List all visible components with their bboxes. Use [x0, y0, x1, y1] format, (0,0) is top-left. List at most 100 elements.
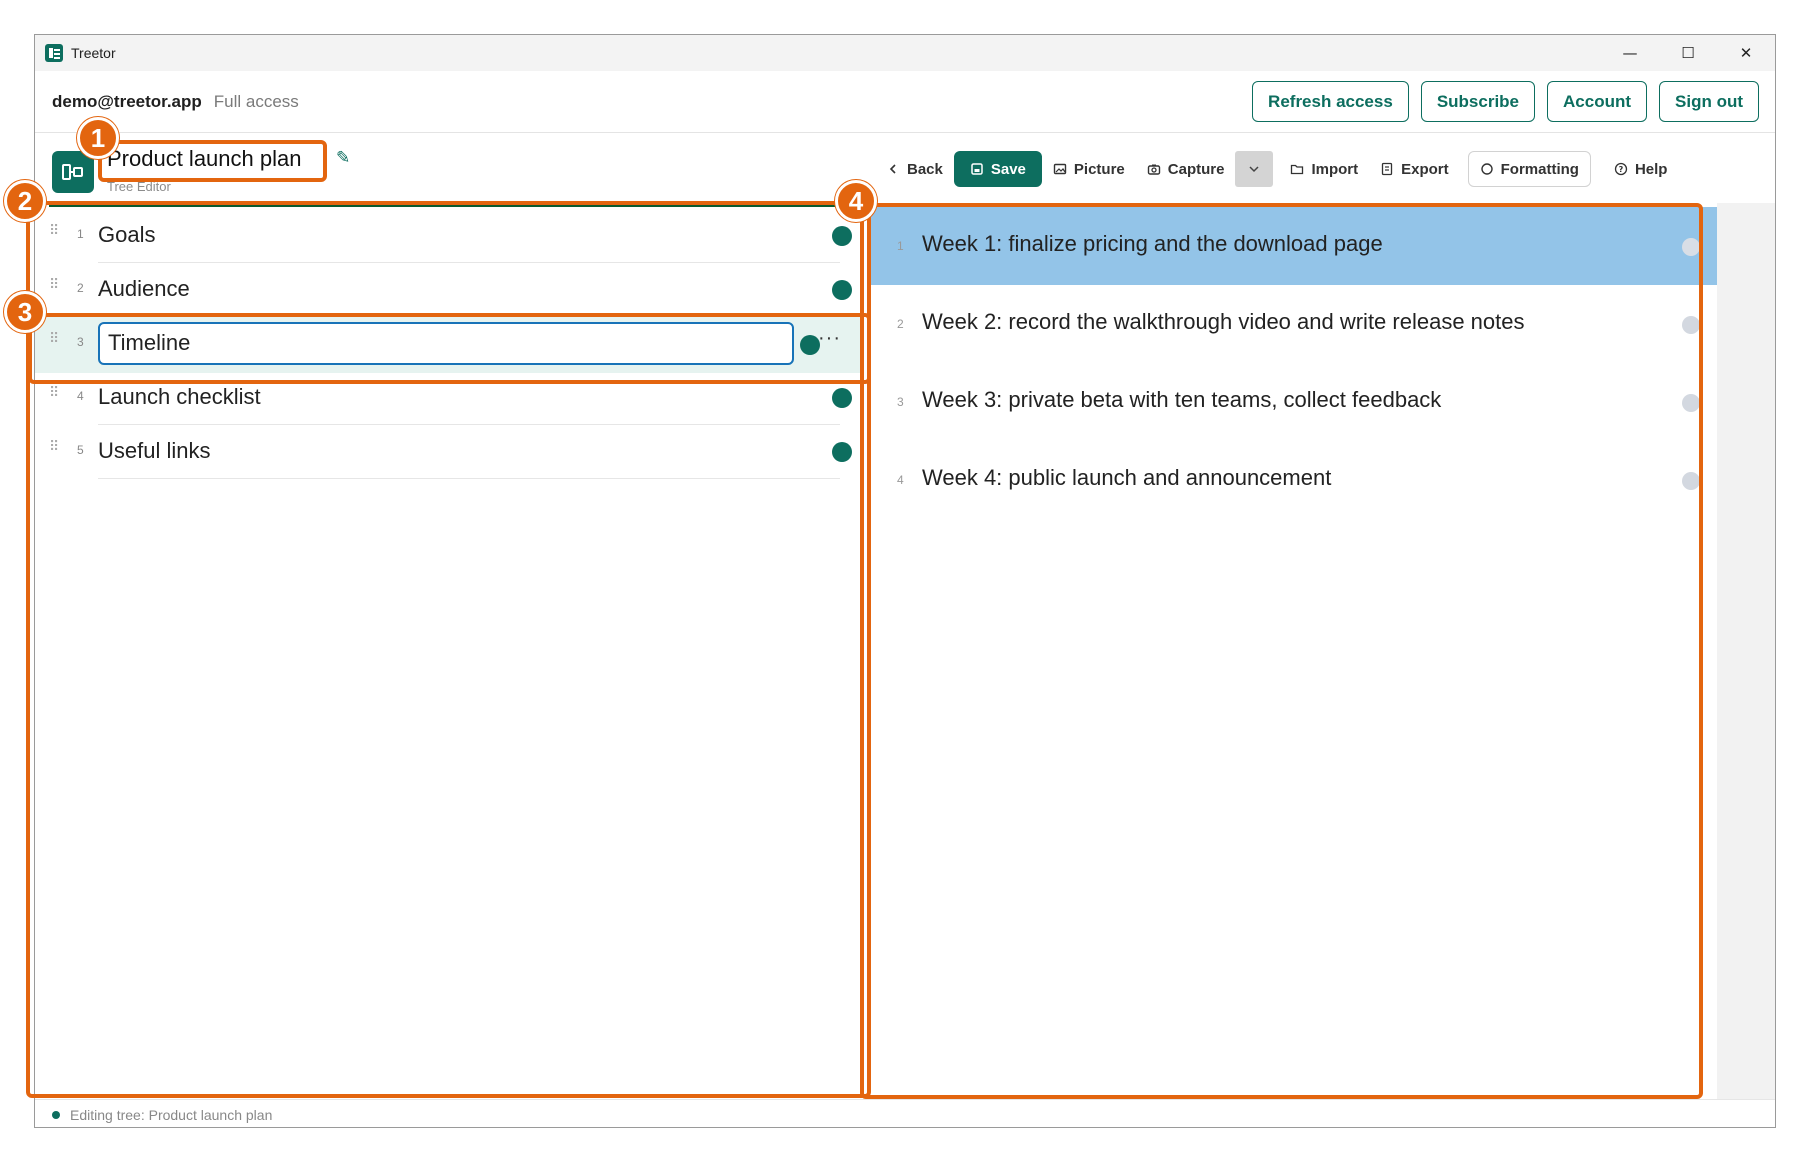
- save-label: Save: [990, 160, 1026, 178]
- detail-number: 1: [897, 239, 904, 253]
- status-indicator-icon: [52, 1110, 60, 1119]
- tree-row[interactable]: ⠿ 4 Launch checklist: [35, 371, 862, 425]
- status-dot-icon[interactable]: [1682, 472, 1700, 490]
- details-panel: 1 Week 1: finalize pricing and the downl…: [867, 203, 1717, 1099]
- detail-number: 2: [897, 317, 904, 331]
- detail-text[interactable]: Week 3: private beta with ten teams, col…: [922, 387, 1441, 413]
- tree-row[interactable]: ⠿ 5 Useful links: [35, 425, 862, 479]
- subscribe-button[interactable]: Subscribe: [1420, 81, 1536, 122]
- row-edit-input[interactable]: Timeline: [98, 322, 794, 365]
- status-text: Editing tree: Product launch plan: [70, 1106, 273, 1123]
- account-button[interactable]: Account: [1547, 81, 1648, 122]
- folder-icon: [1291, 164, 1304, 175]
- annotation-badge-3: 3: [4, 291, 46, 333]
- detail-text[interactable]: Week 4: public launch and announcement: [922, 465, 1331, 491]
- progress-bar: [49, 203, 849, 207]
- help-label: Help: [1634, 160, 1668, 178]
- drag-handle-icon[interactable]: ⠿: [49, 439, 59, 461]
- row-label[interactable]: Useful links: [98, 438, 210, 464]
- toolbar: Back Save Picture Capture Import Export …: [875, 151, 1678, 187]
- row-label[interactable]: Launch checklist: [98, 384, 261, 410]
- drag-handle-icon[interactable]: ⠿: [49, 385, 59, 407]
- annotation-badge-4: 4: [835, 180, 877, 222]
- detail-row-active[interactable]: 1 Week 1: finalize pricing and the downl…: [867, 207, 1717, 285]
- export-label: Export: [1401, 160, 1449, 178]
- row-number: 5: [77, 443, 84, 457]
- back-button[interactable]: Back: [875, 151, 954, 187]
- pencil-icon[interactable]: ✎: [336, 148, 350, 168]
- status-dot-icon[interactable]: [832, 226, 852, 246]
- panel-gutter: [1717, 203, 1775, 1099]
- close-button[interactable]: ✕: [1717, 35, 1775, 71]
- detail-text[interactable]: Week 1: finalize pricing and the downloa…: [922, 231, 1383, 257]
- formatting-label: Formatting: [1500, 160, 1579, 178]
- tree-panel: ⠿ 1 Goals ⠿ 2 Audience ⠿ 3 Timeline ··· …: [35, 203, 862, 1099]
- camera-icon: [1147, 164, 1160, 175]
- tree-row[interactable]: ⠿ 2 Audience: [35, 263, 862, 317]
- status-dot-icon[interactable]: [832, 280, 852, 300]
- status-dot-icon[interactable]: [832, 442, 852, 462]
- drag-handle-icon[interactable]: ⠿: [49, 223, 59, 245]
- formatting-icon: [1480, 163, 1493, 175]
- save-button[interactable]: Save: [953, 151, 1042, 187]
- capture-dropdown-button[interactable]: [1235, 151, 1274, 187]
- picture-button[interactable]: Picture: [1042, 151, 1136, 187]
- row-label[interactable]: Goals: [98, 222, 155, 248]
- back-label: Back: [907, 160, 943, 178]
- status-dot-icon[interactable]: [832, 388, 852, 408]
- status-dot-icon[interactable]: [800, 335, 820, 355]
- svg-text:?: ?: [1619, 165, 1624, 174]
- account-bar: demo@treetor.app Full access Refresh acc…: [35, 71, 1775, 133]
- chevron-left-icon: [889, 164, 896, 174]
- window-title: Treetor: [71, 45, 116, 61]
- account-buttons: Refresh access Subscribe Account Sign ou…: [1252, 81, 1759, 122]
- export-button[interactable]: Export: [1369, 151, 1460, 187]
- document-subtitle: Tree Editor: [107, 179, 171, 194]
- row-number: 1: [77, 227, 84, 241]
- row-number: 3: [77, 335, 84, 349]
- document-title[interactable]: Product launch plan: [107, 146, 301, 172]
- row-number: 2: [77, 281, 84, 295]
- import-label: Import: [1311, 160, 1359, 178]
- chevron-down-icon: [1249, 166, 1259, 173]
- row-label[interactable]: Audience: [98, 276, 190, 302]
- title-bar: Treetor — ☐ ✕: [35, 35, 1775, 71]
- sign-out-button[interactable]: Sign out: [1659, 81, 1759, 122]
- detail-row[interactable]: 4 Week 4: public launch and announcement: [867, 441, 1717, 519]
- minimize-button[interactable]: —: [1601, 35, 1659, 71]
- export-icon: [1381, 162, 1393, 176]
- capture-button[interactable]: Capture: [1136, 151, 1236, 187]
- help-button[interactable]: ? Help: [1603, 151, 1679, 187]
- maximize-button[interactable]: ☐: [1659, 35, 1717, 71]
- drag-handle-icon[interactable]: ⠿: [49, 277, 59, 299]
- more-options-icon[interactable]: ···: [818, 327, 841, 350]
- refresh-access-button[interactable]: Refresh access: [1252, 81, 1409, 122]
- detail-row[interactable]: 2 Week 2: record the walkthrough video a…: [867, 285, 1717, 363]
- detail-row[interactable]: 3 Week 3: private beta with ten teams, c…: [867, 363, 1717, 441]
- user-email: demo@treetor.app: [52, 91, 202, 111]
- annotation-badge-1: 1: [77, 117, 119, 159]
- help-icon: ?: [1614, 162, 1628, 176]
- import-button[interactable]: Import: [1279, 151, 1369, 187]
- annotation-badge-2: 2: [4, 180, 46, 222]
- save-icon: [971, 163, 983, 175]
- drag-handle-icon[interactable]: ⠿: [49, 331, 59, 353]
- tree-row-selected[interactable]: ⠿ 3 Timeline ···: [35, 315, 862, 373]
- tree-icon: [62, 164, 83, 180]
- formatting-button[interactable]: Formatting: [1467, 151, 1591, 187]
- detail-number: 4: [897, 473, 904, 487]
- capture-label: Capture: [1167, 160, 1225, 178]
- image-icon: [1053, 163, 1067, 175]
- detail-number: 3: [897, 395, 904, 409]
- status-dot-icon[interactable]: [1682, 316, 1700, 334]
- row-divider: [98, 478, 840, 479]
- status-dot-icon[interactable]: [1682, 238, 1700, 256]
- status-bar: Editing tree: Product launch plan: [35, 1099, 1775, 1127]
- tree-row[interactable]: ⠿ 1 Goals: [35, 209, 862, 263]
- picture-label: Picture: [1073, 160, 1125, 178]
- detail-text[interactable]: Week 2: record the walkthrough video and…: [922, 309, 1525, 335]
- tree-editor-icon: [52, 151, 94, 193]
- app-logo-icon: [45, 44, 63, 62]
- row-number: 4: [77, 389, 84, 403]
- status-dot-icon[interactable]: [1682, 394, 1700, 412]
